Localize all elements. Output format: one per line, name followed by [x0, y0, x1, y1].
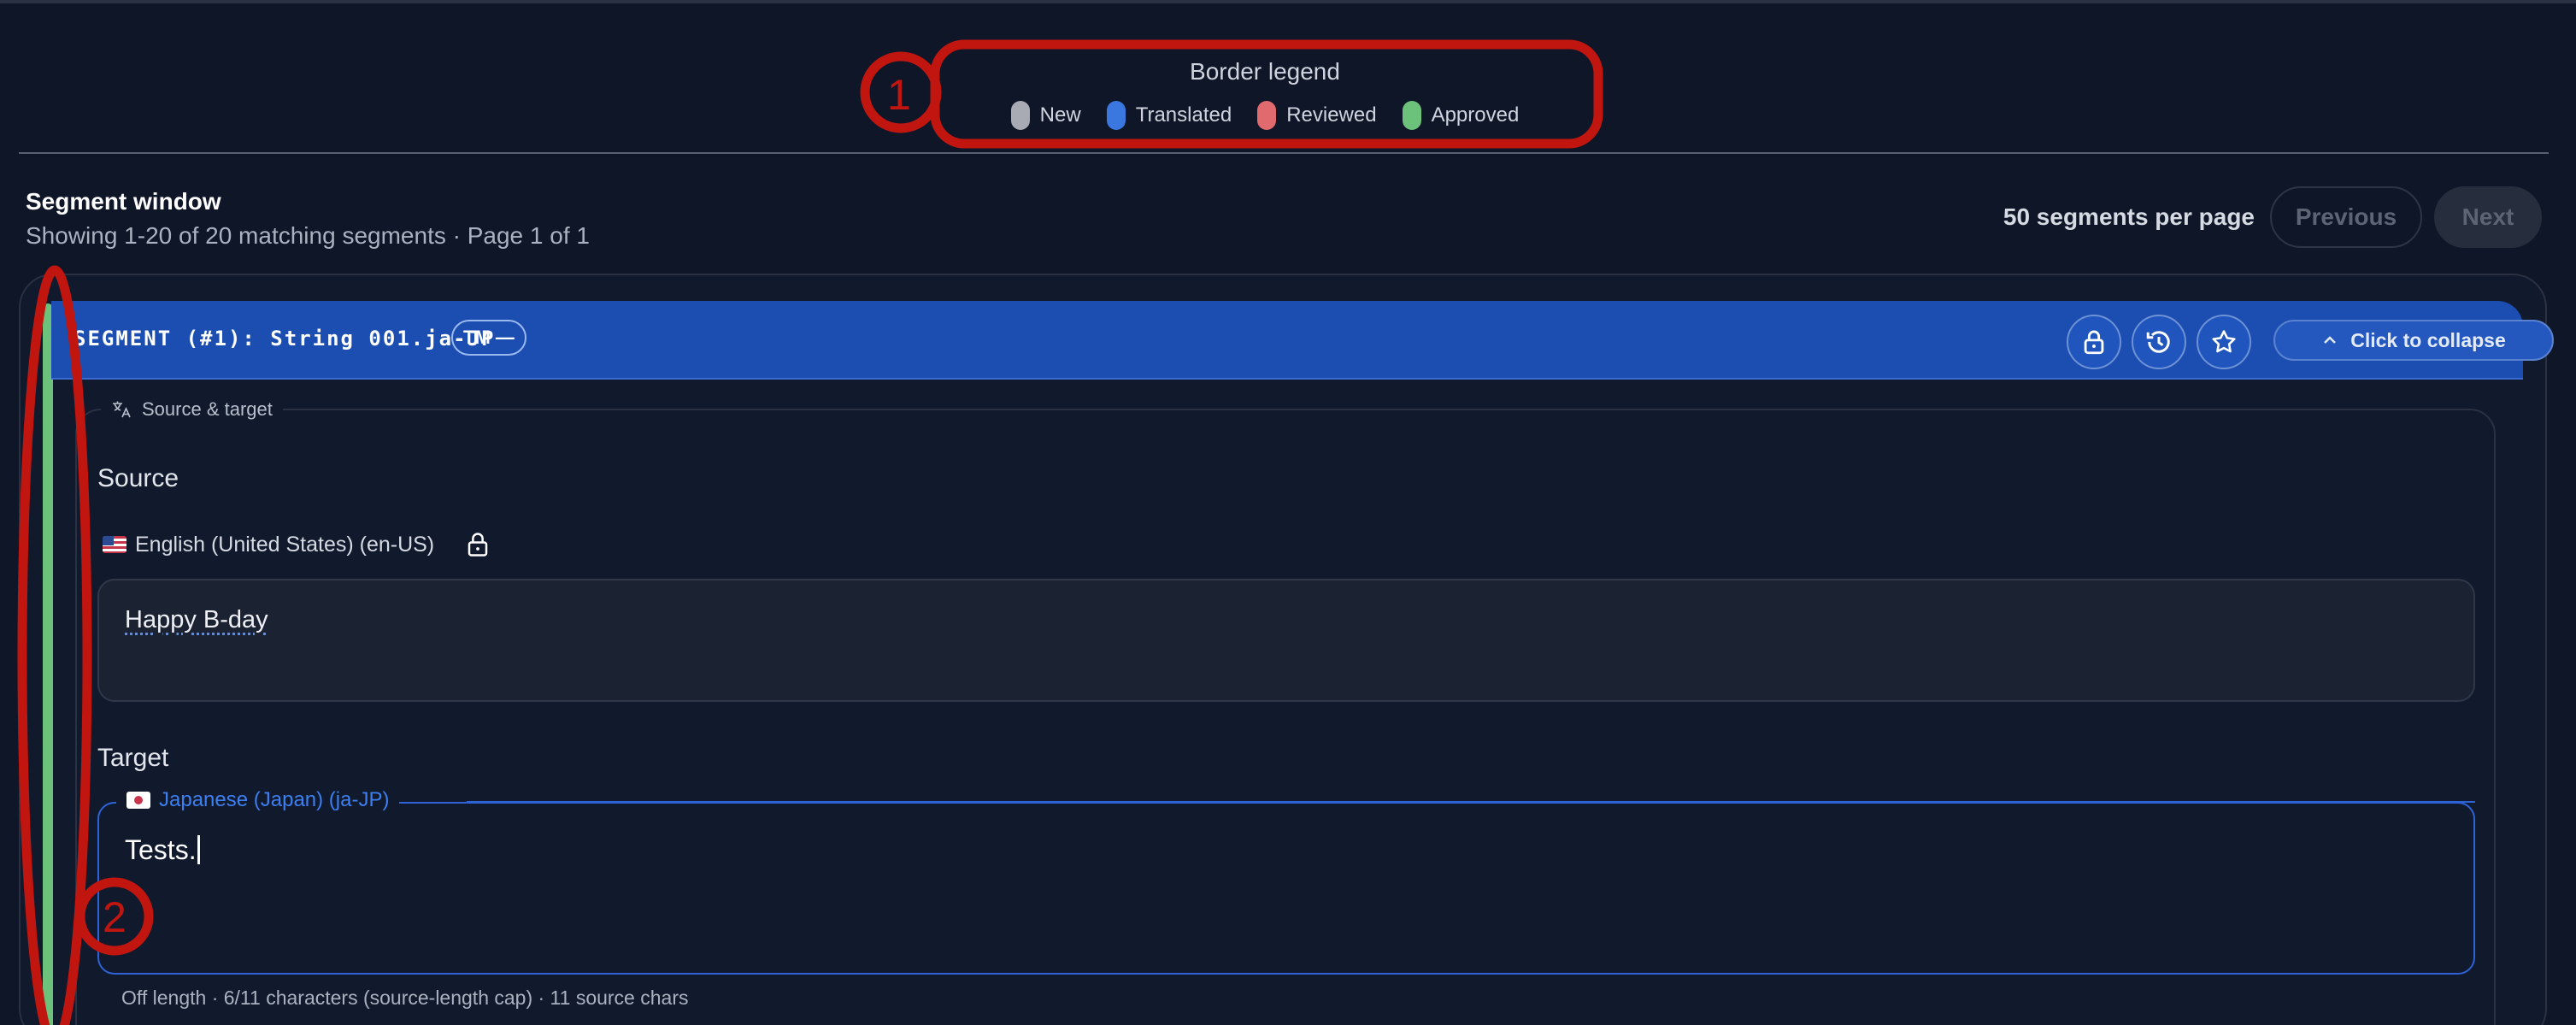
annotation-number-1: 1	[887, 70, 911, 120]
annotation-box-1	[935, 44, 1598, 144]
annotation-number-2: 2	[103, 892, 126, 942]
page: Border legend New Translated Reviewed Ap…	[0, 0, 2576, 1025]
annotation-overlay	[0, 0, 2576, 1025]
